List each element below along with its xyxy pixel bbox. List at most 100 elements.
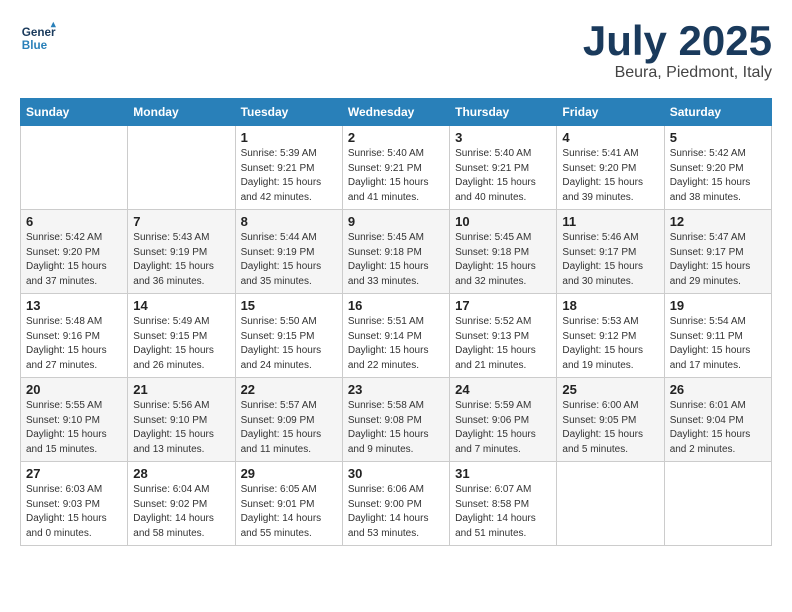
day-number: 13	[26, 298, 122, 313]
calendar-body: 1Sunrise: 5:39 AM Sunset: 9:21 PM Daylig…	[21, 126, 772, 546]
calendar-cell	[21, 126, 128, 210]
logo-icon: General Blue	[20, 20, 56, 56]
day-number: 20	[26, 382, 122, 397]
calendar-week-row: 6Sunrise: 5:42 AM Sunset: 9:20 PM Daylig…	[21, 210, 772, 294]
day-number: 30	[348, 466, 444, 481]
day-info: Sunrise: 5:39 AM Sunset: 9:21 PM Dayligh…	[241, 147, 337, 205]
day-number: 25	[562, 382, 658, 397]
day-info: Sunrise: 5:44 AM Sunset: 9:19 PM Dayligh…	[241, 231, 337, 289]
calendar-cell: 25 Sunrise: 6:00 AM Sunset: 9:05 PM Dayli…	[557, 378, 664, 462]
day-info: Sunrise: 5:58 AM Sunset: 9:08 PM Dayligh…	[348, 399, 444, 457]
day-info: Sunrise: 5:40 AM Sunset: 9:21 PM Dayligh…	[348, 147, 444, 205]
calendar-cell: 19 Sunrise: 5:54 AM Sunset: 9:11 PM Dayli…	[664, 294, 771, 378]
calendar-cell: 21 Sunrise: 5:56 AM Sunset: 9:10 PM Dayli…	[128, 378, 235, 462]
weekday-header: Thursday	[450, 99, 557, 126]
calendar-cell: 16Sunrise: 5:51 AM Sunset: 9:14 PM Dayli…	[342, 294, 449, 378]
day-info: Sunrise: 5:56 AM Sunset: 9:10 PM Dayligh…	[133, 399, 229, 457]
page-header: General Blue July 2025 Beura, Piedmont, …	[20, 20, 772, 82]
day-info: Sunrise: 5:55 AM Sunset: 9:10 PM Dayligh…	[26, 399, 122, 457]
day-number: 4	[562, 130, 658, 145]
calendar-week-row: 27 Sunrise: 6:03 AM Sunset: 9:03 PM Dayli…	[21, 462, 772, 546]
calendar-cell: 2 Sunrise: 5:40 AM Sunset: 9:21 PM Daylig…	[342, 126, 449, 210]
day-info: Sunrise: 6:01 AM Sunset: 9:04 PM Dayligh…	[670, 399, 766, 457]
weekday-header: Sunday	[21, 99, 128, 126]
svg-text:Blue: Blue	[22, 39, 48, 52]
title-area: July 2025 Beura, Piedmont, Italy	[583, 20, 772, 82]
calendar-cell: 13 Sunrise: 5:48 AM Sunset: 9:16 PM Dayli…	[21, 294, 128, 378]
day-number: 9	[348, 214, 444, 229]
day-number: 12	[670, 214, 766, 229]
day-info: Sunrise: 5:45 AM Sunset: 9:18 PM Dayligh…	[348, 231, 444, 289]
day-info: Sunrise: 6:03 AM Sunset: 9:03 PM Dayligh…	[26, 483, 122, 541]
day-number: 29	[241, 466, 337, 481]
day-info: Sunrise: 6:04 AM Sunset: 9:02 PM Dayligh…	[133, 483, 229, 541]
day-info: Sunrise: 5:50 AM Sunset: 9:15 PM Dayligh…	[241, 315, 337, 373]
day-info: Sunrise: 5:42 AM Sunset: 9:20 PM Dayligh…	[670, 147, 766, 205]
day-number: 8	[241, 214, 337, 229]
day-number: 7	[133, 214, 229, 229]
day-number: 10	[455, 214, 551, 229]
calendar-cell: 17 Sunrise: 5:52 AM Sunset: 9:13 PM Dayli…	[450, 294, 557, 378]
calendar-week-row: 20 Sunrise: 5:55 AM Sunset: 9:10 PM Dayli…	[21, 378, 772, 462]
calendar-cell: 7Sunrise: 5:43 AM Sunset: 9:19 PM Daylig…	[128, 210, 235, 294]
day-number: 22	[241, 382, 337, 397]
calendar-cell: 3Sunrise: 5:40 AM Sunset: 9:21 PM Daylig…	[450, 126, 557, 210]
day-info: Sunrise: 6:05 AM Sunset: 9:01 PM Dayligh…	[241, 483, 337, 541]
day-info: Sunrise: 6:07 AM Sunset: 8:58 PM Dayligh…	[455, 483, 551, 541]
calendar-cell: 18Sunrise: 5:53 AM Sunset: 9:12 PM Dayli…	[557, 294, 664, 378]
calendar-week-row: 1Sunrise: 5:39 AM Sunset: 9:21 PM Daylig…	[21, 126, 772, 210]
day-info: Sunrise: 5:54 AM Sunset: 9:11 PM Dayligh…	[670, 315, 766, 373]
calendar-cell: 20 Sunrise: 5:55 AM Sunset: 9:10 PM Dayli…	[21, 378, 128, 462]
day-number: 21	[133, 382, 229, 397]
day-info: Sunrise: 5:59 AM Sunset: 9:06 PM Dayligh…	[455, 399, 551, 457]
month-year-title: July 2025	[583, 20, 772, 62]
day-info: Sunrise: 5:42 AM Sunset: 9:20 PM Dayligh…	[26, 231, 122, 289]
day-number: 15	[241, 298, 337, 313]
day-info: Sunrise: 5:49 AM Sunset: 9:15 PM Dayligh…	[133, 315, 229, 373]
calendar-week-row: 13 Sunrise: 5:48 AM Sunset: 9:16 PM Dayli…	[21, 294, 772, 378]
calendar-cell: 26 Sunrise: 6:01 AM Sunset: 9:04 PM Dayli…	[664, 378, 771, 462]
calendar-cell: 15 Sunrise: 5:50 AM Sunset: 9:15 PM Dayli…	[235, 294, 342, 378]
calendar-cell	[557, 462, 664, 546]
day-number: 5	[670, 130, 766, 145]
calendar-cell: 8 Sunrise: 5:44 AM Sunset: 9:19 PM Daylig…	[235, 210, 342, 294]
weekday-header: Saturday	[664, 99, 771, 126]
calendar-cell: 27 Sunrise: 6:03 AM Sunset: 9:03 PM Dayli…	[21, 462, 128, 546]
location-subtitle: Beura, Piedmont, Italy	[583, 64, 772, 82]
logo: General Blue	[20, 20, 56, 56]
day-info: Sunrise: 5:40 AM Sunset: 9:21 PM Dayligh…	[455, 147, 551, 205]
weekday-header: Wednesday	[342, 99, 449, 126]
day-info: Sunrise: 5:48 AM Sunset: 9:16 PM Dayligh…	[26, 315, 122, 373]
calendar-cell: 29 Sunrise: 6:05 AM Sunset: 9:01 PM Dayli…	[235, 462, 342, 546]
calendar-cell: 24Sunrise: 5:59 AM Sunset: 9:06 PM Dayli…	[450, 378, 557, 462]
weekday-header: Monday	[128, 99, 235, 126]
calendar-cell: 31Sunrise: 6:07 AM Sunset: 8:58 PM Dayli…	[450, 462, 557, 546]
calendar-table: SundayMondayTuesdayWednesdayThursdayFrid…	[20, 98, 772, 546]
day-number: 17	[455, 298, 551, 313]
calendar-cell: 11Sunrise: 5:46 AM Sunset: 9:17 PM Dayli…	[557, 210, 664, 294]
day-number: 16	[348, 298, 444, 313]
day-number: 28	[133, 466, 229, 481]
day-number: 27	[26, 466, 122, 481]
day-info: Sunrise: 5:52 AM Sunset: 9:13 PM Dayligh…	[455, 315, 551, 373]
calendar-cell: 30 Sunrise: 6:06 AM Sunset: 9:00 PM Dayli…	[342, 462, 449, 546]
day-info: Sunrise: 6:06 AM Sunset: 9:00 PM Dayligh…	[348, 483, 444, 541]
calendar-cell: 4 Sunrise: 5:41 AM Sunset: 9:20 PM Daylig…	[557, 126, 664, 210]
calendar-cell: 22Sunrise: 5:57 AM Sunset: 9:09 PM Dayli…	[235, 378, 342, 462]
day-number: 26	[670, 382, 766, 397]
day-number: 11	[562, 214, 658, 229]
day-info: Sunrise: 6:00 AM Sunset: 9:05 PM Dayligh…	[562, 399, 658, 457]
day-info: Sunrise: 5:47 AM Sunset: 9:17 PM Dayligh…	[670, 231, 766, 289]
calendar-header-row: SundayMondayTuesdayWednesdayThursdayFrid…	[21, 99, 772, 126]
weekday-header: Tuesday	[235, 99, 342, 126]
calendar-cell: 28 Sunrise: 6:04 AM Sunset: 9:02 PM Dayli…	[128, 462, 235, 546]
calendar-cell: 23Sunrise: 5:58 AM Sunset: 9:08 PM Dayli…	[342, 378, 449, 462]
calendar-cell	[128, 126, 235, 210]
calendar-cell: 5 Sunrise: 5:42 AM Sunset: 9:20 PM Daylig…	[664, 126, 771, 210]
calendar-cell: 1Sunrise: 5:39 AM Sunset: 9:21 PM Daylig…	[235, 126, 342, 210]
day-number: 19	[670, 298, 766, 313]
day-info: Sunrise: 5:41 AM Sunset: 9:20 PM Dayligh…	[562, 147, 658, 205]
calendar-cell: 6Sunrise: 5:42 AM Sunset: 9:20 PM Daylig…	[21, 210, 128, 294]
day-number: 2	[348, 130, 444, 145]
calendar-cell	[664, 462, 771, 546]
